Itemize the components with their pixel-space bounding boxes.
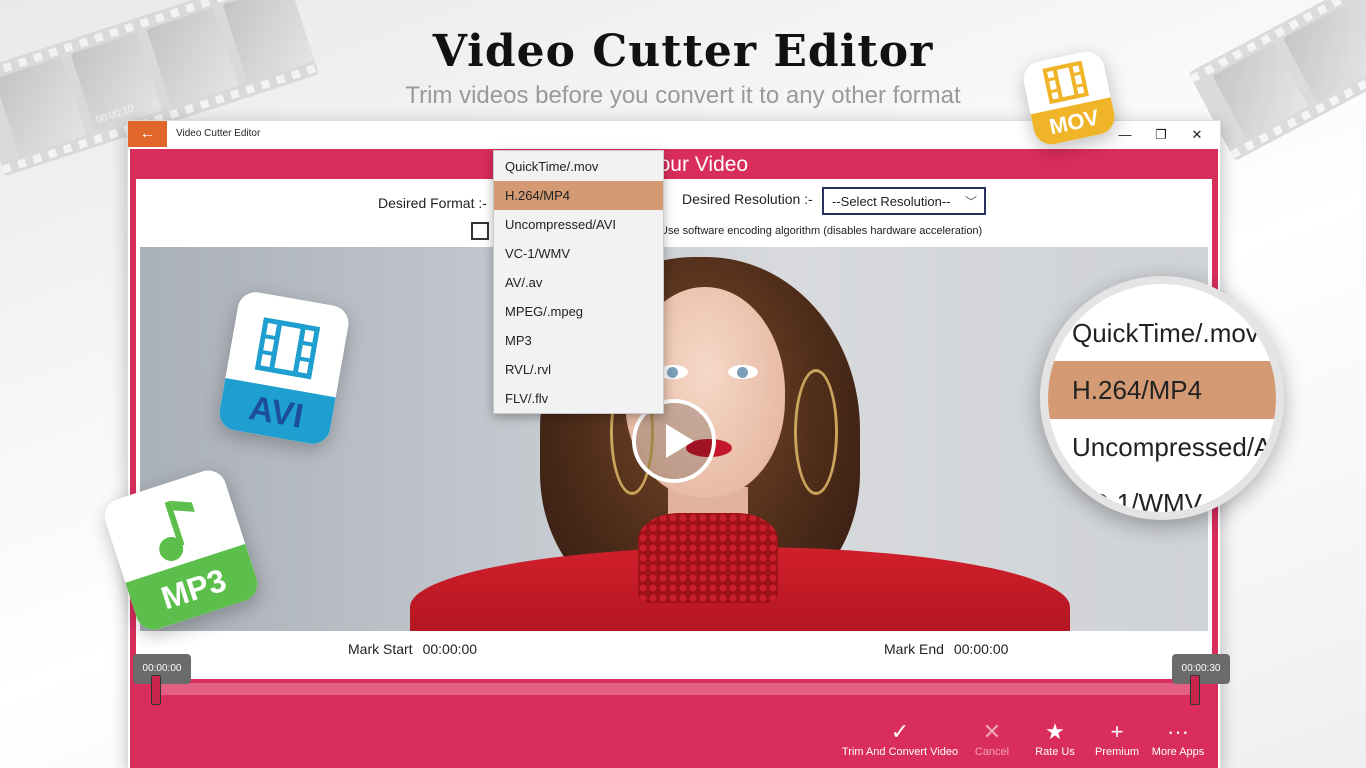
film-icon xyxy=(1042,60,1089,105)
more-apps-label: More Apps xyxy=(1151,746,1205,758)
desired-format-label: Desired Format :- xyxy=(378,195,487,211)
desired-resolution-label: Desired Resolution :- xyxy=(682,191,813,207)
more-icon: ··· xyxy=(1167,719,1189,744)
end-trim-handle[interactable] xyxy=(1190,675,1200,705)
hero-title: Video Cutter Editor xyxy=(432,26,934,77)
magnified-option: Uncompressed/AVI xyxy=(1072,432,1284,462)
mark-start-value: 00:00:00 xyxy=(422,641,478,657)
checkmark-icon: ✓ xyxy=(890,719,910,744)
format-option[interactable]: MP3 xyxy=(494,326,663,355)
rate-us-button[interactable]: ★ Rate Us xyxy=(1029,712,1081,768)
magnified-option-selected: H.264/MP4 xyxy=(1048,361,1276,419)
format-option[interactable]: QuickTime/.mov xyxy=(494,152,663,181)
software-encoding-checkbox[interactable] xyxy=(471,222,489,240)
mark-end-value: 00:00:00 xyxy=(953,641,1009,657)
format-option[interactable]: MPEG/.mpeg xyxy=(494,297,663,326)
page-heading: Trim Your Video xyxy=(599,153,749,176)
start-trim-handle[interactable] xyxy=(151,675,161,705)
cancel-button[interactable]: ✕ Cancel xyxy=(967,712,1017,768)
command-bar: ✓ Trim And Convert Video ✕ Cancel ★ Rate… xyxy=(141,712,1209,768)
magnifier-callout: QuickTime/.mov H.264/MP4 Uncompressed/AV… xyxy=(1040,276,1284,520)
premium-button[interactable]: + Premium xyxy=(1089,712,1145,768)
mark-start: Mark Start 00:00:00 xyxy=(348,641,477,657)
window-title: Video Cutter Editor xyxy=(176,128,261,139)
mov-file-badge: MOV xyxy=(1020,48,1118,148)
trim-convert-label: Trim And Convert Video xyxy=(841,746,959,758)
mark-end-label: Mark End xyxy=(884,641,944,657)
rate-us-label: Rate Us xyxy=(1035,746,1075,758)
end-time-tooltip: 00:00:30 xyxy=(1172,654,1230,684)
software-encoding-label: Use software encoding algorithm (disable… xyxy=(660,225,983,237)
mark-start-label: Mark Start xyxy=(348,641,413,657)
cancel-label: Cancel xyxy=(974,746,1010,758)
format-dropdown-list[interactable]: QuickTime/.mov H.264/MP4 Uncompressed/AV… xyxy=(493,150,664,414)
mark-end: Mark End 00:00:00 xyxy=(884,641,1008,657)
chevron-down-icon: ﹀ xyxy=(964,195,977,209)
star-icon: ★ xyxy=(1045,719,1065,744)
resolution-value: --Select Resolution-- xyxy=(832,194,951,209)
premium-label: Premium xyxy=(1094,746,1139,758)
format-option[interactable]: AV/.av xyxy=(494,268,663,297)
format-option[interactable]: RVL/.rvl xyxy=(494,355,663,384)
back-button[interactable]: ← xyxy=(128,121,167,147)
start-time-tooltip: 00:00:00 xyxy=(133,654,191,684)
trim-convert-button[interactable]: ✓ Trim And Convert Video xyxy=(837,712,963,768)
format-option[interactable]: Uncompressed/AVI xyxy=(494,210,663,239)
back-arrow-icon: ← xyxy=(139,125,156,142)
film-icon xyxy=(254,317,321,380)
resolution-select[interactable]: --Select Resolution-- ﹀ xyxy=(822,187,986,215)
format-option-selected[interactable]: H.264/MP4 xyxy=(494,181,663,210)
close-icon: ✕ xyxy=(982,719,1002,744)
plus-icon: + xyxy=(1110,719,1124,744)
format-option[interactable]: VC-1/WMV xyxy=(494,239,663,268)
more-apps-button[interactable]: ··· More Apps xyxy=(1149,712,1207,768)
magnified-option: QuickTime/.mov xyxy=(1072,318,1259,348)
maximize-button[interactable]: ❐ xyxy=(1146,125,1176,145)
close-button[interactable]: ✕ xyxy=(1182,125,1212,145)
avi-file-badge: AVI xyxy=(216,289,352,447)
hero-subtitle: Trim videos before you convert it to any… xyxy=(405,82,961,109)
format-option[interactable]: FLV/.flv xyxy=(494,384,663,413)
trim-timeline-track[interactable] xyxy=(151,683,1199,695)
